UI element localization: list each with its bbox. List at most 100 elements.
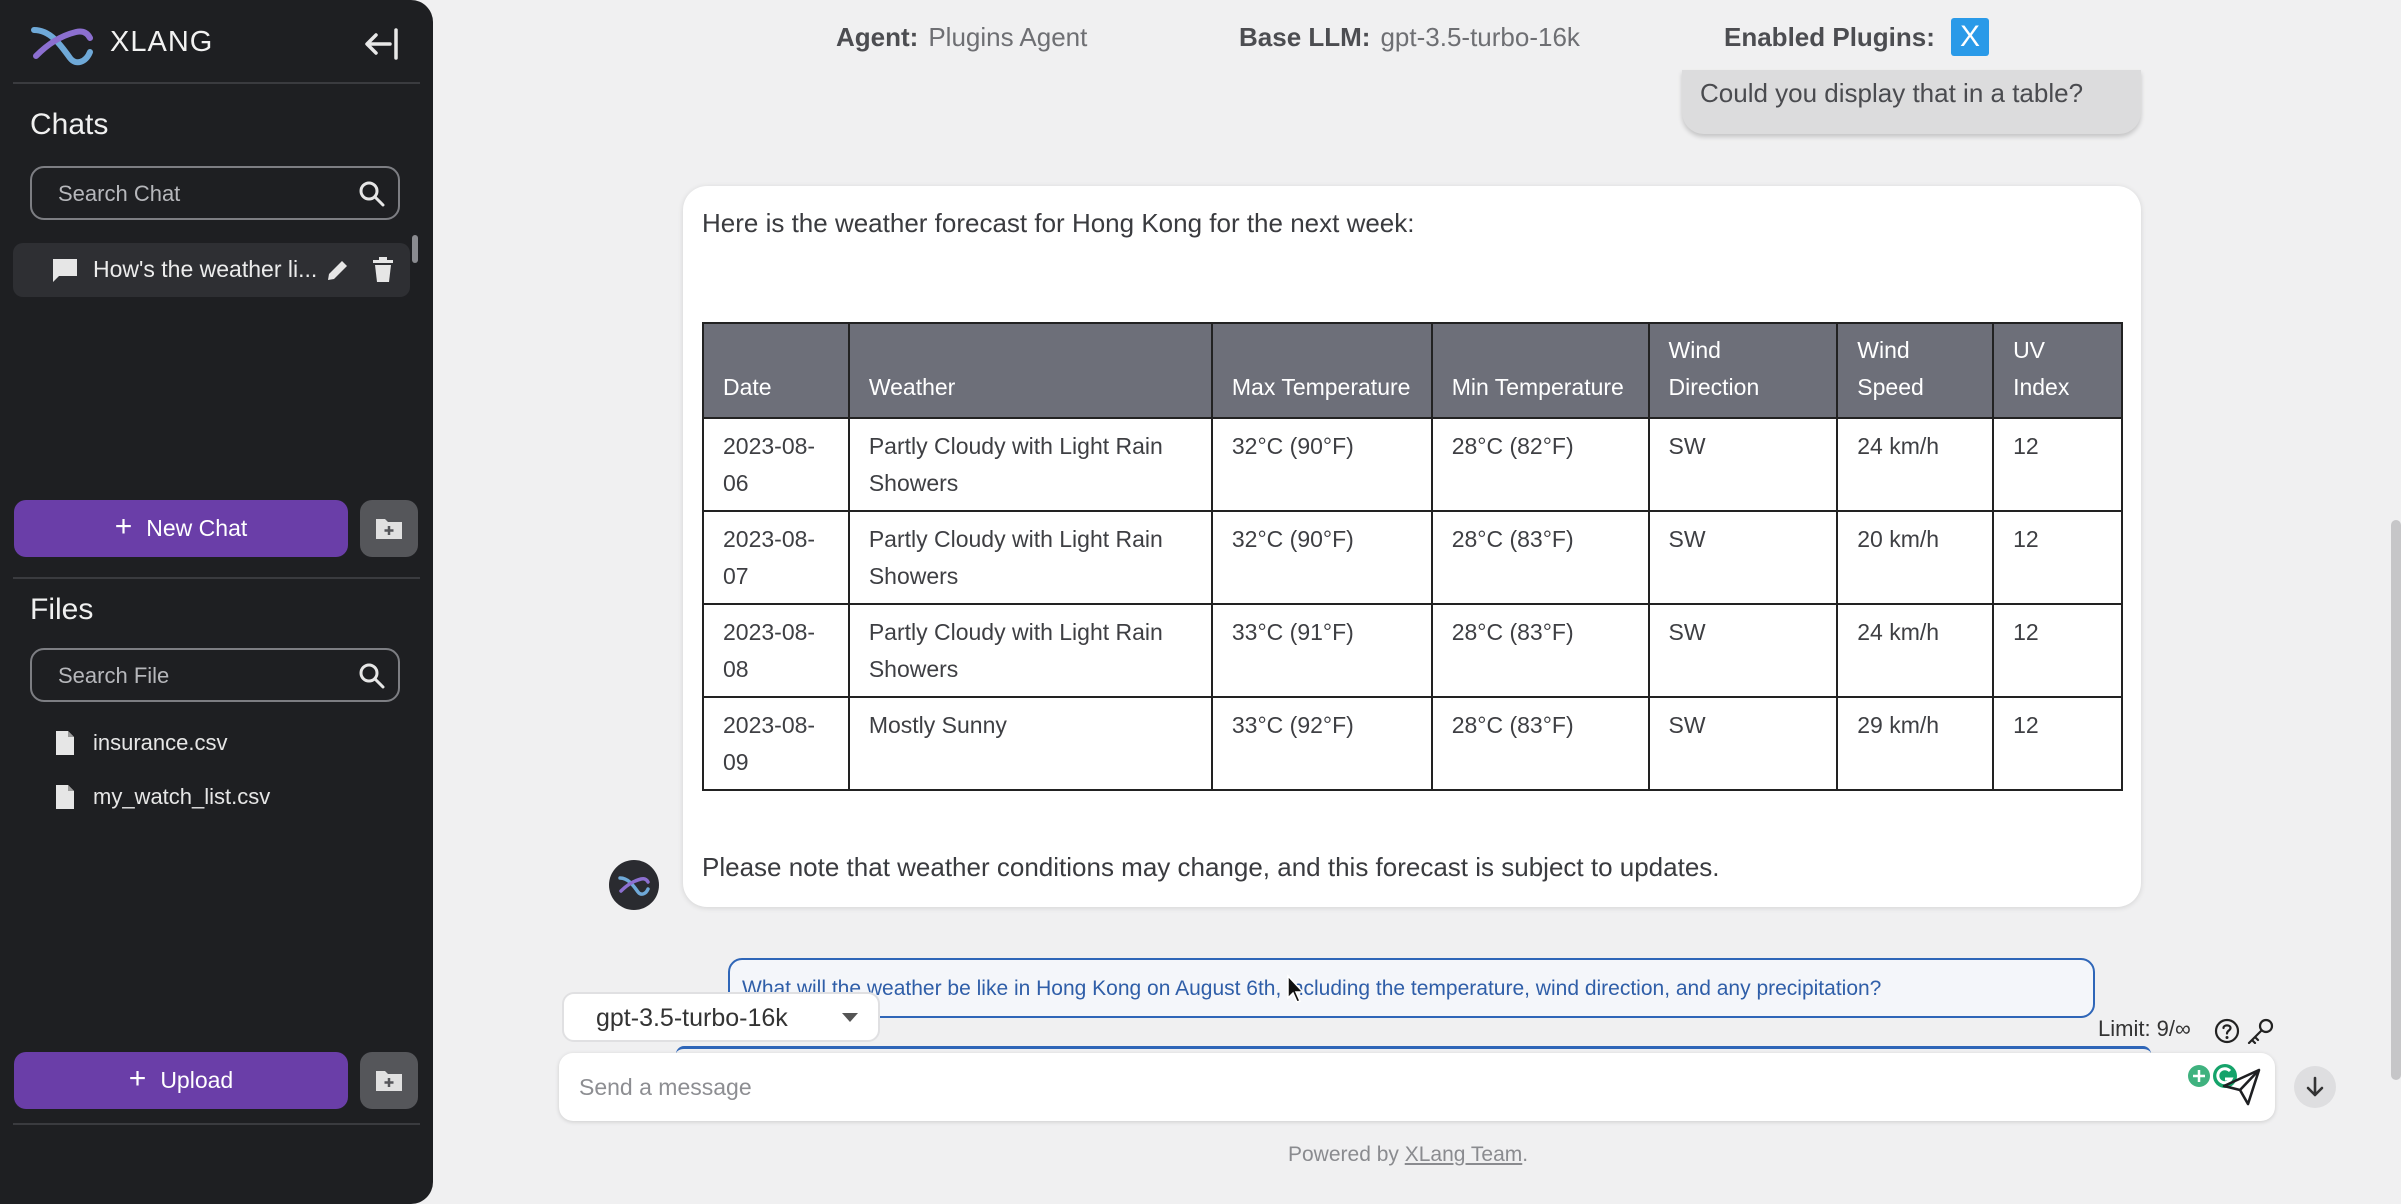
column-header: UV Index [1992,322,2123,419]
search-file-box [30,648,400,702]
scroll-to-bottom-button[interactable] [2294,1066,2336,1108]
edit-icon[interactable] [325,257,351,283]
table-cell: Partly Cloudy with Light Rain Showers [847,603,1213,698]
chat-bubble-icon [53,259,77,282]
table-cell: 28°C (82°F) [1430,417,1650,512]
chats-heading: Chats [30,108,109,141]
user-message: Could you display that in a table? [1682,70,2141,134]
table-cell: 24 km/h [1836,417,1995,512]
table-cell: 20 km/h [1836,510,1995,605]
plugins-info: Enabled Plugins: [1724,22,1945,53]
table-cell: 2023-08-06 [702,417,850,512]
table-cell: 24 km/h [1836,603,1995,698]
table-cell: 33°C (92°F) [1210,696,1433,791]
table-cell: 29 km/h [1836,696,1995,791]
search-file-input[interactable] [56,650,360,702]
new-chat-button[interactable]: + New Chat [14,500,348,557]
search-icon[interactable] [358,180,386,208]
column-header: Date [702,322,850,419]
table-cell: 12 [1992,696,2123,791]
help-icon[interactable] [2214,1018,2240,1044]
files-heading: Files [30,593,94,626]
llm-label: Base LLM: [1239,22,1371,52]
collapse-sidebar-icon[interactable] [362,26,402,62]
table-cell: 32°C (90°F) [1210,510,1433,605]
table-cell: 2023-08-09 [702,696,850,791]
bot-note-text: Please note that weather conditions may … [702,852,1720,882]
suggested-question[interactable]: What will the weather be like in Hong Ko… [728,958,2095,1018]
table-cell: SW [1647,603,1839,698]
footer-prefix: Powered by [1288,1143,1405,1166]
upload-button[interactable]: + Upload [14,1052,348,1109]
chat-item-label: How's the weather li... [93,256,318,282]
column-header: Min Temperature [1430,322,1650,419]
message-input[interactable] [577,1063,2141,1111]
table-cell: 33°C (91°F) [1210,603,1433,698]
xlang-logo-icon [618,876,650,896]
plugin-x-icon[interactable]: X [1951,18,1989,56]
table-row: 2023-08-09 Mostly Sunny 33°C (92°F) 28°C… [702,696,2123,791]
table-cell: 12 [1992,510,2123,605]
chat-list-item[interactable]: How's the weather li... [13,243,410,297]
search-chat-input[interactable] [56,168,360,220]
xlang-team-link[interactable]: XLang Team [1405,1143,1523,1166]
table-row: 2023-08-08 Partly Cloudy with Light Rain… [702,603,2123,698]
weather-table: Date Weather Max Temperature Min Tempera… [702,322,2123,791]
table-cell: SW [1647,417,1839,512]
llm-value: gpt-3.5-turbo-16k [1380,22,1580,52]
plus-icon: + [114,510,133,543]
folder-plus-icon [376,519,402,539]
llm-info: Base LLM: gpt-3.5-turbo-16k [1239,22,1580,53]
file-name: insurance.csv [93,730,228,755]
column-header: Weather [847,322,1213,419]
table-header-row: Date Weather Max Temperature Min Tempera… [702,322,2123,419]
chat-list-scrollbar[interactable] [412,235,418,263]
table-cell: 12 [1992,417,2123,512]
folder-plus-icon [376,1071,402,1091]
trash-icon[interactable] [371,257,395,283]
bot-intro-text: Here is the weather forecast for Hong Ko… [702,208,1415,238]
table-cell: 28°C (83°F) [1430,603,1650,698]
page-scrollbar[interactable] [2391,520,2401,1080]
send-icon[interactable] [2221,1067,2263,1107]
sidebar: XLANG Chats How's the weather li... + Ne… [0,0,433,1204]
model-selected-value: gpt-3.5-turbo-16k [596,1004,788,1032]
table-row: 2023-08-06 Partly Cloudy with Light Rain… [702,417,2123,512]
agent-info: Agent: Plugins Agent [836,22,1087,53]
new-folder-button[interactable] [360,500,418,557]
mouse-cursor-icon [1287,974,1305,1003]
model-selector[interactable]: gpt-3.5-turbo-16k [562,992,880,1042]
table-cell: SW [1647,696,1839,791]
bot-avatar [609,860,659,910]
footer-credit: Powered by XLang Team. [1288,1143,1528,1167]
table-cell: 2023-08-07 [702,510,850,605]
app-title: XLANG [110,26,214,58]
plugins-label: Enabled Plugins: [1724,22,1935,52]
sidebar-divider [13,82,420,84]
table-row: 2023-08-07 Partly Cloudy with Light Rain… [702,510,2123,605]
new-chat-label: New Chat [146,515,248,541]
new-folder-button[interactable] [360,1052,418,1109]
agent-label: Agent: [836,22,919,52]
chevron-down-icon [842,1013,858,1022]
table-cell: Partly Cloudy with Light Rain Showers [847,510,1213,605]
bot-message: Here is the weather forecast for Hong Ko… [683,186,2141,907]
table-cell: 28°C (83°F) [1430,510,1650,605]
table-cell: 12 [1992,603,2123,698]
column-header: Max Temperature [1210,322,1433,419]
column-header: Wind Speed [1836,322,1995,419]
footer-suffix: . [1522,1143,1529,1166]
table-cell: 2023-08-08 [702,603,850,698]
table-cell: SW [1647,510,1839,605]
file-icon [56,731,74,755]
key-icon[interactable] [2246,1018,2274,1044]
column-header: Wind Direction [1647,322,1839,419]
search-icon[interactable] [358,662,386,690]
arrow-down-icon [2306,1076,2324,1097]
table-cell: Partly Cloudy with Light Rain Showers [847,417,1213,512]
sidebar-divider [13,1123,420,1125]
upload-label: Upload [160,1067,234,1093]
file-icon [56,785,74,809]
table-cell: Mostly Sunny [847,696,1213,791]
table-cell: 32°C (90°F) [1210,417,1433,512]
